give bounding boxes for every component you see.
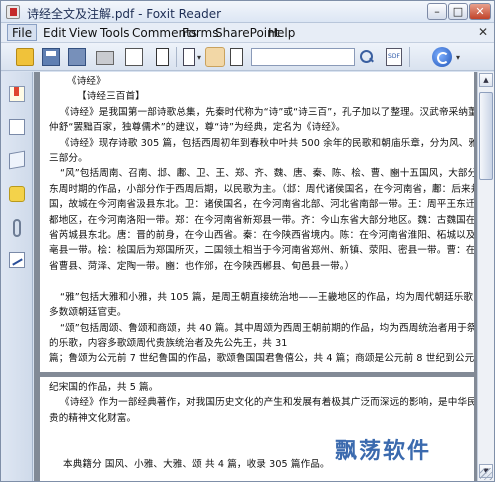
text-line: 仲舒“罢黜百家，独尊儒术”的建议，尊“诗”为经典，定名为《诗经》。 <box>49 122 346 134</box>
open-icon[interactable] <box>16 48 34 66</box>
menu-edit[interactable]: Edit <box>43 26 66 40</box>
text-icon[interactable] <box>156 48 169 66</box>
menu-tools[interactable]: Tools <box>100 26 130 40</box>
sdf-icon[interactable]: SDF <box>386 48 402 66</box>
text-line: 贵的精神文化财富。 <box>49 412 137 424</box>
text-line: 亳县一带。桧：桧国后为郑国所灭，二国领土相当于今河南省郑州、新镇、荥阳、密县一带… <box>49 245 474 257</box>
text-line: 三部分。 <box>49 153 88 165</box>
text-line <box>49 274 468 289</box>
print-icon[interactable] <box>96 51 114 65</box>
save-as-icon[interactable] <box>68 48 86 66</box>
pdf-page-1: 《诗经》 【诗经三百首】 《诗经》是我国第一部诗歌总集，先秦时代称为“诗”或“诗… <box>40 72 474 372</box>
signatures-icon[interactable] <box>9 252 25 268</box>
foxit-app-icon[interactable] <box>6 5 20 19</box>
attachments-icon[interactable] <box>13 219 21 237</box>
navigation-sidebar <box>1 72 33 481</box>
text-line: 省芮城县东北。唐：晋的前身，在今山西省。秦：在今陕西省境内。陈：在今河南省淮阳、… <box>49 230 474 242</box>
text-line: “雅”包括大雅和小雅，共 105 篇，是周王朝直接统治地——王畿地区的作品，均为… <box>60 291 474 303</box>
search-input[interactable] <box>251 48 355 66</box>
text-line: 国，故城在今河南省汲县东北。卫：诸侯国名，在今河南省北部、河北省南部一带。王：周… <box>49 199 474 211</box>
menu-forms[interactable]: Forms <box>182 26 218 40</box>
document-viewport[interactable]: 《诗经》 【诗经三百首】 《诗经》是我国第一部诗歌总集，先秦时代称为“诗”或“诗… <box>34 72 477 481</box>
site-watermark: 飘荡软件 <box>335 438 432 464</box>
close-window-button[interactable]: ✕ <box>469 3 491 20</box>
text-line: “颂”包括周颂、鲁颂和商颂，共 40 篇。其中周颂为西周王朝前期的作品，均为西周… <box>60 322 474 334</box>
vertical-scrollbar[interactable]: ▲ ▼ <box>477 72 494 481</box>
menu-file[interactable]: File <box>7 24 38 41</box>
save-icon[interactable] <box>42 48 60 66</box>
comments-icon[interactable] <box>9 186 25 202</box>
update-icon[interactable] <box>432 47 452 67</box>
minimize-button[interactable]: – <box>427 3 447 20</box>
hand-tool-icon[interactable] <box>205 47 225 67</box>
text-line: 省曹县、菏泽、定陶一带。豳：也作邠，在今陕西郴县、旬邑县一带。） <box>49 260 355 272</box>
page-layout-icon[interactable] <box>183 48 195 66</box>
text-line: 的乐歌，内容多歌颂周代贵族统治者及先公先王，共 31 <box>49 337 288 349</box>
text-line: 都地区，在今河南洛阳一带。郑：在今河南省新郑县一带。齐：今山东省大部分地区。魏：… <box>49 214 474 226</box>
text-line: 篇；鲁颂为公元前 7 世纪鲁国的作品，歌颂鲁国国君鲁僖公，共 4 篇；商颂是公元… <box>49 353 474 365</box>
search-icon[interactable] <box>359 49 375 65</box>
foxit-reader-window: 诗经全文及注解.pdf - Foxit Reader – □ ✕ File Ed… <box>0 0 495 482</box>
text-line: 《诗经》现存诗歌 305 篇，包括西周初年到春秋中叶共 500 余年的民歌和朝庙… <box>60 137 474 149</box>
text-line: 纪宋国的作品，共 5 篇。 <box>49 382 159 393</box>
properties-icon[interactable] <box>125 48 143 66</box>
title-bar[interactable]: 诗经全文及注解.pdf - Foxit Reader – □ ✕ <box>1 1 494 23</box>
text-line: “风”包括周南、召南、邶、鄘、卫、王、郑、齐、魏、唐、秦、陈、桧、曹、豳十五国风… <box>60 168 474 180</box>
menu-help[interactable]: Help <box>268 26 295 40</box>
window-title: 诗经全文及注解.pdf - Foxit Reader <box>27 7 222 21</box>
text-line: 《诗经》是我国第一部诗歌总集，先秦时代称为“诗”或“诗三百”，孔子加以了整理。汉… <box>60 106 474 118</box>
update-dropdown-icon[interactable]: ▾ <box>456 53 460 62</box>
text-line: 《诗经》 <box>67 76 106 87</box>
pdf-page-2: 纪宋国的作品，共 5 篇。 《诗经》作为一部经典著作，对我国历史文化的产生和发展… <box>40 377 474 481</box>
resize-grip[interactable] <box>480 468 492 480</box>
menu-bar: File Edit View Tools Comments Forms Shar… <box>1 23 494 43</box>
toolbar: ▾ SDF ▾ <box>1 43 494 71</box>
bookmarks-icon[interactable] <box>9 86 25 102</box>
text-line: 东周时期的作品，小部分作于西周后期，以民歌为主。（邶：周代诸侯国名，在今河南省，… <box>49 183 474 195</box>
select-text-icon[interactable] <box>230 48 243 66</box>
text-line: 【诗经三百首】 <box>77 91 145 103</box>
pages-icon[interactable] <box>9 119 25 135</box>
maximize-button[interactable]: □ <box>448 3 468 20</box>
close-document-icon[interactable]: ✕ <box>478 25 488 39</box>
text-line: 多数颂朝廷官吏。 <box>49 307 127 319</box>
menu-view[interactable]: View <box>69 26 97 40</box>
scrollbar-thumb[interactable] <box>479 92 493 180</box>
scroll-up-button[interactable]: ▲ <box>479 73 493 87</box>
page-layout-dropdown-icon[interactable]: ▾ <box>197 53 201 62</box>
layers-icon[interactable] <box>9 150 25 170</box>
toolbar-separator <box>176 47 177 67</box>
text-line: 《诗经》作为一部经典著作，对我国历史文化的产生和发展有着极其广泛而深远的影响，是… <box>60 397 474 409</box>
toolbar-separator <box>409 47 410 67</box>
